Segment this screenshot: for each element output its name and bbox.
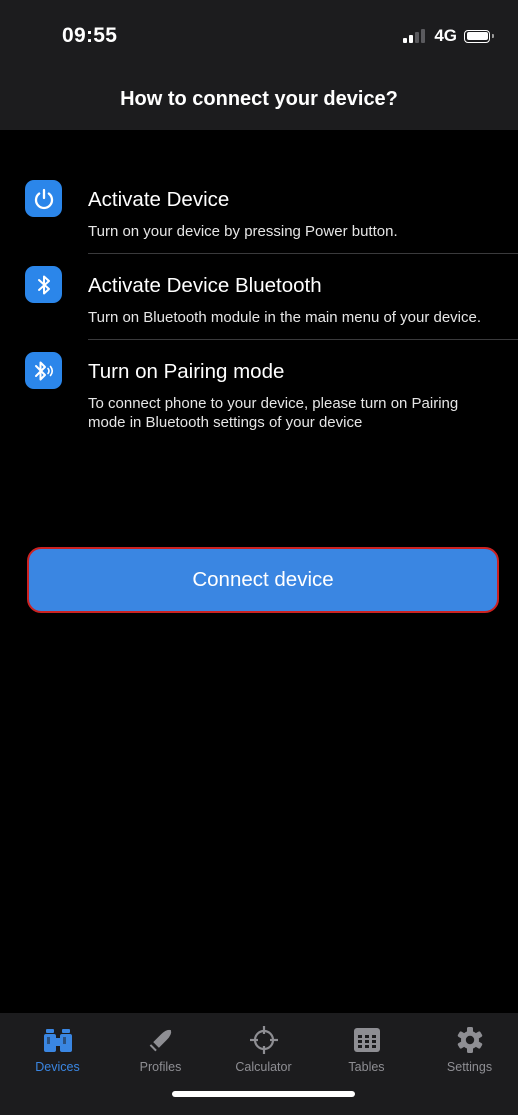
top-bar: 09:55 4G How to connect your device? [0, 0, 518, 130]
page-title: How to connect your device? [120, 88, 398, 110]
tab-settings[interactable]: Settings [418, 1013, 518, 1089]
crosshair-icon [249, 1025, 279, 1055]
step-title: Activate Device [88, 188, 230, 211]
step-description: To connect phone to your device, please … [88, 395, 459, 431]
step-activate-bluetooth: Activate Device Bluetooth Turn on Blueto… [0, 254, 518, 340]
tab-bar: Devices Profiles Calculator Tables Setti… [0, 1013, 518, 1115]
tab-calculator[interactable]: Calculator [212, 1013, 315, 1089]
gear-icon [455, 1025, 485, 1055]
cellular-signal-icon [403, 29, 427, 43]
connect-device-button[interactable]: Connect device [27, 547, 499, 613]
bluetooth-icon [25, 266, 62, 303]
power-icon [25, 180, 62, 217]
step-description: Turn on your device by pressing Power bu… [88, 223, 398, 240]
tab-profiles[interactable]: Profiles [109, 1013, 212, 1089]
home-indicator[interactable] [172, 1091, 355, 1097]
instruction-steps: Activate Device Turn on your device by p… [0, 168, 518, 432]
step-pairing-mode: Turn on Pairing mode To connect phone to… [0, 340, 518, 432]
tab-label: Calculator [235, 1060, 292, 1074]
status-indicators: 4G [403, 25, 494, 47]
binoculars-icon [43, 1025, 73, 1055]
bluetooth-pairing-icon [25, 352, 62, 389]
status-time: 09:55 [62, 24, 118, 47]
step-title: Turn on Pairing mode [88, 360, 285, 383]
tab-tables[interactable]: Tables [315, 1013, 418, 1089]
step-title: Activate Device Bluetooth [88, 274, 322, 297]
tab-devices[interactable]: Devices [6, 1013, 109, 1089]
tab-label: Tables [348, 1060, 385, 1074]
tab-label: Settings [446, 1060, 493, 1074]
tab-label: Profiles [139, 1060, 182, 1074]
tab-label: Devices [35, 1060, 80, 1074]
network-type: 4G [434, 26, 457, 45]
step-description: Turn on Bluetooth module in the main men… [88, 309, 482, 326]
table-grid-icon [353, 1025, 381, 1055]
step-activate-device: Activate Device Turn on your device by p… [0, 168, 518, 254]
battery-icon [464, 29, 494, 43]
bullet-icon [146, 1025, 176, 1055]
